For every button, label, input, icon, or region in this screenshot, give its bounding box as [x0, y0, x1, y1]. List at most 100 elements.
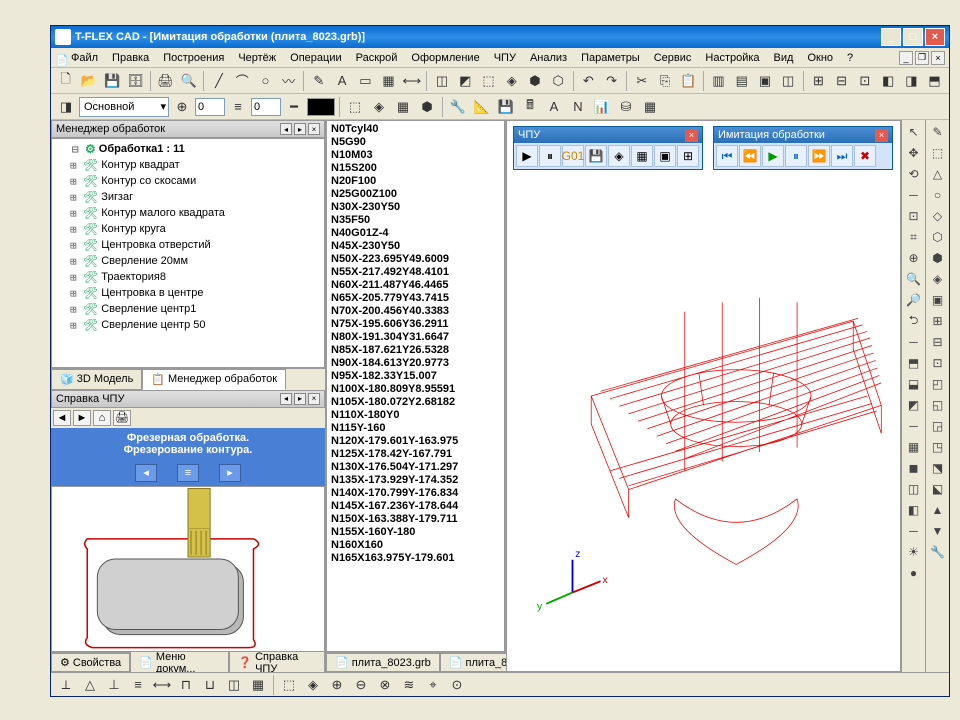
tb2-c[interactable]: ▦ — [392, 96, 414, 118]
minimize-button[interactable]: _ — [881, 28, 901, 46]
line-icon[interactable]: ╱ — [208, 70, 229, 92]
preview-icon[interactable]: 🔍 — [178, 70, 199, 92]
tab-operations-manager[interactable]: 📋Менеджер обработок — [142, 369, 286, 390]
gcode-line[interactable]: N115Y-160 — [331, 422, 500, 435]
layer-icon[interactable]: ◨ — [55, 96, 77, 118]
spin-1[interactable]: 0 — [195, 98, 225, 116]
rt-view-top[interactable]: ⬒ — [904, 353, 924, 373]
tool-e[interactable]: ⬢ — [524, 70, 545, 92]
tree-item[interactable]: ⊞🛠Контур со скосами — [54, 173, 322, 189]
rt-material[interactable]: ● — [904, 563, 924, 583]
spin-2[interactable]: 0 — [251, 98, 281, 116]
mdi-close[interactable]: × — [931, 51, 945, 65]
3d-viewport[interactable]: ЧПУ× ▶ ⏸ G01 💾 ◈ ▦ ▣ ⊞ Имитация обработк… — [506, 120, 901, 672]
circle-icon[interactable]: ○ — [255, 70, 276, 92]
gcode-line[interactable]: N140X-170.799Y-176.834 — [331, 487, 500, 500]
gcode-line[interactable]: N60X-211.487Y46.4465 — [331, 279, 500, 292]
menu-window[interactable]: Окно — [801, 50, 839, 66]
tree-prev[interactable]: ◂ — [280, 123, 292, 135]
menu-file[interactable]: Файл — [65, 50, 104, 66]
gcode-line[interactable]: N25G00Z100 — [331, 188, 500, 201]
cnc-tool-6[interactable]: ▦ — [631, 145, 653, 167]
help-next[interactable]: ▸ — [294, 393, 306, 405]
rt-shade[interactable]: ◼ — [904, 458, 924, 478]
view4-icon[interactable]: ◫ — [778, 70, 799, 92]
sb-10[interactable]: ⬚ — [278, 674, 300, 696]
mdi-minimize[interactable]: _ — [899, 51, 913, 65]
rt2-n[interactable]: ◱ — [928, 395, 948, 415]
cnc-tool-2[interactable]: ⏸ — [539, 145, 561, 167]
layer-default-icon[interactable]: ⊕ — [171, 96, 193, 118]
gcode-line[interactable]: N65X-205.779Y43.7415 — [331, 292, 500, 305]
dim-icon[interactable]: ⟷ — [401, 70, 422, 92]
menu-drawing[interactable]: Чертёж — [232, 50, 282, 66]
menu-parameters[interactable]: Параметры — [575, 50, 646, 66]
rt-rotate[interactable]: ⟲ — [904, 164, 924, 184]
cnc-tool-5[interactable]: ◈ — [608, 145, 630, 167]
sb-12[interactable]: ⊕ — [326, 674, 348, 696]
gcode-line[interactable]: N35F50 — [331, 214, 500, 227]
gcode-line[interactable]: N145X-167.236Y-178.644 — [331, 500, 500, 513]
gcode-line[interactable]: N110X-180Y0 — [331, 409, 500, 422]
gcode-line[interactable]: N135X-173.929Y-174.352 — [331, 474, 500, 487]
help-fwd[interactable]: ► — [73, 410, 91, 426]
tree-close[interactable]: × — [308, 123, 320, 135]
sb-9[interactable]: ▦ — [247, 674, 269, 696]
rt2-h[interactable]: ◈ — [928, 269, 948, 289]
rect-icon[interactable]: ▭ — [355, 70, 376, 92]
rt2-s[interactable]: ▲ — [928, 500, 948, 520]
rt2-t[interactable]: ▼ — [928, 521, 948, 541]
save-all-icon[interactable]: 🗄 — [125, 70, 146, 92]
gcode-line[interactable]: N120X-179.601Y-163.975 — [331, 435, 500, 448]
rt-pan[interactable]: ✥ — [904, 143, 924, 163]
gcode-line[interactable]: N150X-163.388Y-179.711 — [331, 513, 500, 526]
simulation-toolbar[interactable]: Имитация обработки× ⏮ ⏪ ▶ ⏸ ⏩ ⏭ ✖ — [713, 126, 893, 170]
tree-item[interactable]: ⊞🛠Траектория8 — [54, 269, 322, 285]
rt2-q[interactable]: ⬔ — [928, 458, 948, 478]
tb2-save[interactable]: 💾 — [495, 96, 517, 118]
redo-icon[interactable]: ↷ — [601, 70, 622, 92]
cnc-tool-4[interactable]: 💾 — [585, 145, 607, 167]
sb-3[interactable]: ⊥ — [103, 674, 125, 696]
help-ctrl-prev[interactable]: ◂ — [135, 464, 157, 482]
tb2-var[interactable]: N — [567, 96, 589, 118]
tb2-a[interactable]: ⬚ — [344, 96, 366, 118]
sb-2[interactable]: △ — [79, 674, 101, 696]
win5-icon[interactable]: ◨ — [901, 70, 922, 92]
sim-stop[interactable]: ✖ — [854, 145, 876, 167]
gcode-line[interactable]: N130X-176.504Y-171.297 — [331, 461, 500, 474]
gcode-line[interactable]: N160X160 — [331, 539, 500, 552]
tree-item[interactable]: ⊞🛠Сверление центр1 — [54, 301, 322, 317]
gcode-line[interactable]: N100X-180.809Y8.95591 — [331, 383, 500, 396]
help-ctrl-next[interactable]: ▸ — [219, 464, 241, 482]
sim-toolbar-close[interactable]: × — [875, 129, 888, 142]
tb2-chart[interactable]: 📊 — [591, 96, 613, 118]
hatch-icon[interactable]: ▦ — [378, 70, 399, 92]
tree-item[interactable]: ⊞🛠Центровка отверстий — [54, 237, 322, 253]
sim-play[interactable]: ▶ — [762, 145, 784, 167]
cnc-tool-7[interactable]: ▣ — [654, 145, 676, 167]
tab-properties[interactable]: ⚙Свойства — [51, 653, 130, 672]
gcode-line[interactable]: N70X-200.456Y40.3383 — [331, 305, 500, 318]
rt2-p[interactable]: ◳ — [928, 437, 948, 457]
rt-wire[interactable]: ▦ — [904, 437, 924, 457]
view1-icon[interactable]: ▥ — [708, 70, 729, 92]
gcode-line[interactable]: N95X-182.33Y15.007 — [331, 370, 500, 383]
menu-help[interactable]: ? — [841, 50, 859, 66]
rt-render[interactable]: ◧ — [904, 500, 924, 520]
cnc-toolbar-close[interactable]: × — [685, 129, 698, 142]
win6-icon[interactable]: ⬒ — [924, 70, 945, 92]
sim-rewind[interactable]: ⏮ — [716, 145, 738, 167]
sb-4[interactable]: ≡ — [127, 674, 149, 696]
tb2-f[interactable]: 📐 — [471, 96, 493, 118]
rt2-r[interactable]: ⬕ — [928, 479, 948, 499]
sb-16[interactable]: ⌖ — [422, 674, 444, 696]
spline-icon[interactable]: 〰 — [278, 70, 299, 92]
help-back[interactable]: ◄ — [53, 410, 71, 426]
rt2-l[interactable]: ⊡ — [928, 353, 948, 373]
text-icon[interactable]: A — [331, 70, 352, 92]
lineweight-icon[interactable]: ━ — [283, 96, 305, 118]
sb-14[interactable]: ⊗ — [374, 674, 396, 696]
rt2-e[interactable]: ◇ — [928, 206, 948, 226]
sim-stepfwd[interactable]: ⏩ — [808, 145, 830, 167]
